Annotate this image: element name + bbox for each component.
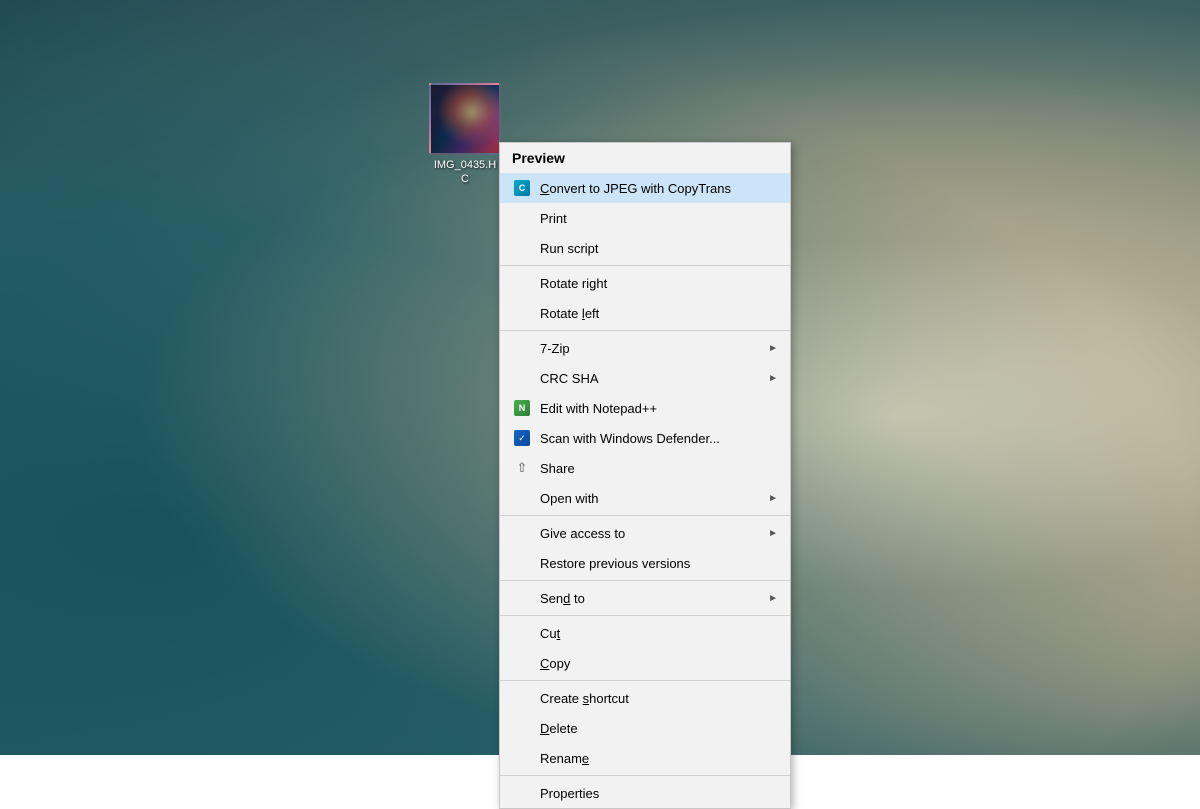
menu-item-crc-sha[interactable]: CRC SHA ► bbox=[500, 363, 790, 393]
delete-icon-area bbox=[512, 718, 532, 738]
file-icon[interactable]: IMG_0435.H C bbox=[425, 83, 505, 187]
7zip-icon-area bbox=[512, 338, 532, 358]
open-with-submenu-arrow: ► bbox=[768, 493, 778, 504]
menu-divider-1 bbox=[500, 265, 790, 266]
menu-item-print[interactable]: Print bbox=[500, 203, 790, 233]
menu-item-rotate-left[interactable]: Rotate left bbox=[500, 298, 790, 328]
menu-item-send-to[interactable]: Send to ► bbox=[500, 583, 790, 613]
menu-item-restore-versions[interactable]: Restore previous versions bbox=[500, 548, 790, 578]
menu-item-create-shortcut-label: Create shortcut bbox=[540, 691, 778, 706]
copy-icon-area bbox=[512, 653, 532, 673]
menu-item-rotate-right-label: Rotate right bbox=[540, 276, 778, 291]
menu-item-properties[interactable]: Properties bbox=[500, 778, 790, 808]
menu-item-print-label: Print bbox=[540, 211, 778, 226]
give-access-icon-area bbox=[512, 523, 532, 543]
menu-item-rotate-left-label: Rotate left bbox=[540, 306, 778, 321]
menu-item-7zip[interactable]: 7-Zip ► bbox=[500, 333, 790, 363]
crc-sha-submenu-arrow: ► bbox=[768, 373, 778, 384]
menu-item-restore-versions-label: Restore previous versions bbox=[540, 556, 778, 571]
file-thumbnail bbox=[429, 83, 501, 155]
menu-divider-6 bbox=[500, 680, 790, 681]
menu-item-cut[interactable]: Cut bbox=[500, 618, 790, 648]
menu-item-defender-label: Scan with Windows Defender... bbox=[540, 431, 778, 446]
create-shortcut-icon-area bbox=[512, 688, 532, 708]
run-script-icon-area bbox=[512, 238, 532, 258]
menu-item-share-label: Share bbox=[540, 461, 778, 476]
menu-item-convert-label: Convert to JPEG with CopyTrans bbox=[540, 181, 778, 196]
7zip-submenu-arrow: ► bbox=[768, 343, 778, 354]
file-label: IMG_0435.H C bbox=[434, 158, 496, 187]
menu-item-rotate-right[interactable]: Rotate right bbox=[500, 268, 790, 298]
preview-label: Preview bbox=[512, 150, 565, 166]
context-menu-preview-header: Preview bbox=[500, 143, 790, 173]
menu-divider-3 bbox=[500, 515, 790, 516]
give-access-submenu-arrow: ► bbox=[768, 528, 778, 539]
send-to-submenu-arrow: ► bbox=[768, 593, 778, 604]
defender-icon: ✓ bbox=[512, 428, 532, 448]
menu-item-crc-sha-label: CRC SHA bbox=[540, 371, 768, 386]
desktop: IMG_0435.H C Preview C Convert to JPEG w… bbox=[0, 0, 1200, 755]
cut-icon-area bbox=[512, 623, 532, 643]
menu-item-share[interactable]: ⇧ Share bbox=[500, 453, 790, 483]
menu-item-copy[interactable]: Copy bbox=[500, 648, 790, 678]
menu-item-rename-label: Rename bbox=[540, 751, 778, 766]
menu-item-notepadpp-label: Edit with Notepad++ bbox=[540, 401, 778, 416]
rotate-right-icon-area bbox=[512, 273, 532, 293]
menu-item-give-access-label: Give access to bbox=[540, 526, 768, 541]
restore-versions-icon-area bbox=[512, 553, 532, 573]
menu-item-notepadpp[interactable]: N Edit with Notepad++ bbox=[500, 393, 790, 423]
menu-item-open-with[interactable]: Open with ► bbox=[500, 483, 790, 513]
rename-icon-area bbox=[512, 748, 532, 768]
context-menu: Preview C Convert to JPEG with CopyTrans… bbox=[499, 142, 791, 809]
menu-item-7zip-label: 7-Zip bbox=[540, 341, 768, 356]
rotate-left-icon-area bbox=[512, 303, 532, 323]
menu-item-defender[interactable]: ✓ Scan with Windows Defender... bbox=[500, 423, 790, 453]
properties-icon-area bbox=[512, 783, 532, 803]
copytrans-icon: C bbox=[512, 178, 532, 198]
menu-item-rename[interactable]: Rename bbox=[500, 743, 790, 773]
share-icon: ⇧ bbox=[512, 458, 532, 478]
open-with-icon-area bbox=[512, 488, 532, 508]
menu-item-create-shortcut[interactable]: Create shortcut bbox=[500, 683, 790, 713]
menu-item-cut-label: Cut bbox=[540, 626, 778, 641]
menu-divider-7 bbox=[500, 775, 790, 776]
crc-sha-icon-area bbox=[512, 368, 532, 388]
menu-divider-5 bbox=[500, 615, 790, 616]
menu-item-give-access[interactable]: Give access to ► bbox=[500, 518, 790, 548]
menu-item-copy-label: Copy bbox=[540, 656, 778, 671]
menu-item-properties-label: Properties bbox=[540, 786, 778, 801]
notepadpp-icon: N bbox=[512, 398, 532, 418]
menu-item-send-to-label: Send to bbox=[540, 591, 768, 606]
print-icon-area bbox=[512, 208, 532, 228]
menu-item-convert[interactable]: C Convert to JPEG with CopyTrans bbox=[500, 173, 790, 203]
send-to-icon-area bbox=[512, 588, 532, 608]
menu-item-delete[interactable]: Delete bbox=[500, 713, 790, 743]
menu-item-run-script[interactable]: Run script bbox=[500, 233, 790, 263]
menu-item-delete-label: Delete bbox=[540, 721, 778, 736]
menu-divider-2 bbox=[500, 330, 790, 331]
menu-item-open-with-label: Open with bbox=[540, 491, 768, 506]
menu-divider-4 bbox=[500, 580, 790, 581]
menu-item-run-script-label: Run script bbox=[540, 241, 778, 256]
